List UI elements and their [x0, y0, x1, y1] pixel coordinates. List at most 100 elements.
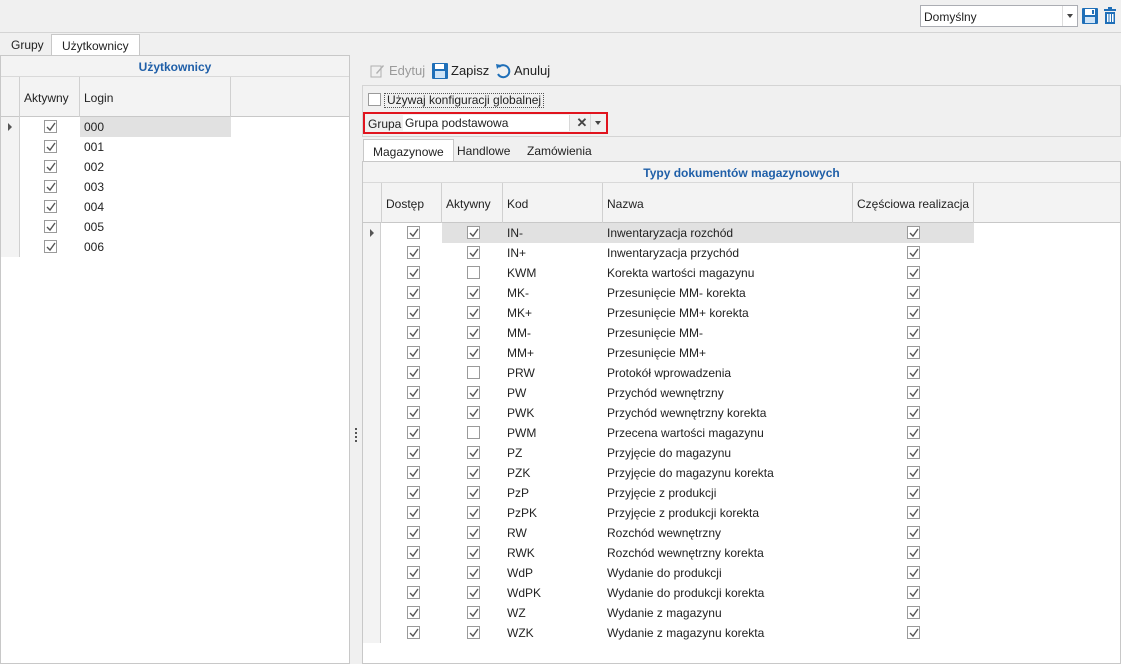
table-row[interactable]: PWK Przychód wewnętrzny korekta — [363, 403, 974, 423]
czesciowa-realizacja-checkbox[interactable] — [907, 306, 920, 319]
table-row[interactable]: PZ Przyjęcie do magazynu — [363, 443, 974, 463]
aktywny-checkbox[interactable] — [467, 346, 480, 359]
aktywny-checkbox[interactable] — [467, 546, 480, 559]
aktywny-checkbox[interactable] — [44, 160, 57, 173]
czesciowa-realizacja-checkbox[interactable] — [907, 346, 920, 359]
table-row[interactable]: PZK Przyjęcie do magazynu korekta — [363, 463, 974, 483]
dostep-checkbox[interactable] — [407, 226, 420, 239]
czesciowa-realizacja-checkbox[interactable] — [907, 326, 920, 339]
czesciowa-realizacja-checkbox[interactable] — [907, 566, 920, 579]
czesciowa-realizacja-checkbox[interactable] — [907, 386, 920, 399]
table-row[interactable]: 001 — [1, 137, 231, 157]
table-row[interactable]: PRW Protokół wprowadzenia — [363, 363, 974, 383]
dostep-checkbox[interactable] — [407, 366, 420, 379]
dostep-checkbox[interactable] — [407, 486, 420, 499]
dostep-checkbox[interactable] — [407, 546, 420, 559]
dostep-checkbox[interactable] — [407, 286, 420, 299]
czesciowa-realizacja-checkbox[interactable] — [907, 286, 920, 299]
aktywny-checkbox[interactable] — [467, 266, 480, 279]
aktywny-checkbox[interactable] — [467, 406, 480, 419]
aktywny-checkbox[interactable] — [467, 606, 480, 619]
panel-splitter[interactable] — [350, 55, 362, 664]
table-row[interactable]: 002 — [1, 157, 231, 177]
aktywny-checkbox[interactable] — [467, 626, 480, 639]
aktywny-checkbox[interactable] — [467, 466, 480, 479]
table-row[interactable]: 000 — [1, 117, 231, 137]
dostep-checkbox[interactable] — [407, 386, 420, 399]
column-header-aktywny[interactable]: Aktywny — [442, 183, 503, 223]
czesciowa-realizacja-checkbox[interactable] — [907, 406, 920, 419]
column-header-aktywny[interactable]: Aktywny — [20, 77, 80, 117]
table-row[interactable]: PzPK Przyjęcie z produkcji korekta — [363, 503, 974, 523]
table-row[interactable]: WZ Wydanie z magazynu — [363, 603, 974, 623]
table-row[interactable]: PW Przychód wewnętrzny — [363, 383, 974, 403]
column-header-login[interactable]: Login — [80, 77, 231, 117]
table-row[interactable]: 003 — [1, 177, 231, 197]
table-row[interactable]: MK+ Przesunięcie MM+ korekta — [363, 303, 974, 323]
aktywny-checkbox[interactable] — [467, 306, 480, 319]
czesciowa-realizacja-checkbox[interactable] — [907, 606, 920, 619]
column-header-czesciowa-realizacja[interactable]: Częściowa realizacja — [853, 183, 974, 223]
czesciowa-realizacja-checkbox[interactable] — [907, 246, 920, 259]
save-icon[interactable] — [1081, 7, 1099, 25]
table-row[interactable]: WZK Wydanie z magazynu korekta — [363, 623, 974, 643]
profile-select-dropdown-button[interactable] — [1062, 6, 1077, 26]
aktywny-checkbox[interactable] — [467, 246, 480, 259]
dostep-checkbox[interactable] — [407, 426, 420, 439]
profile-select[interactable]: Domyślny — [920, 5, 1078, 27]
aktywny-checkbox[interactable] — [44, 200, 57, 213]
tab-zamowienia[interactable]: Zamówienia — [518, 139, 601, 161]
dostep-checkbox[interactable] — [407, 246, 420, 259]
table-row[interactable]: PzP Przyjęcie z produkcji — [363, 483, 974, 503]
aktywny-checkbox[interactable] — [467, 366, 480, 379]
aktywny-checkbox[interactable] — [467, 586, 480, 599]
czesciowa-realizacja-checkbox[interactable] — [907, 426, 920, 439]
aktywny-checkbox[interactable] — [467, 526, 480, 539]
dostep-checkbox[interactable] — [407, 606, 420, 619]
aktywny-checkbox[interactable] — [44, 140, 57, 153]
czesciowa-realizacja-checkbox[interactable] — [907, 586, 920, 599]
aktywny-checkbox[interactable] — [467, 226, 480, 239]
column-header-kod[interactable]: Kod — [503, 183, 603, 223]
global-config-checkbox-box[interactable] — [368, 93, 381, 106]
table-row[interactable]: RWK Rozchód wewnętrzny korekta — [363, 543, 974, 563]
table-row[interactable]: 005 — [1, 217, 231, 237]
aktywny-checkbox[interactable] — [467, 286, 480, 299]
dostep-checkbox[interactable] — [407, 406, 420, 419]
czesciowa-realizacja-checkbox[interactable] — [907, 226, 920, 239]
czesciowa-realizacja-checkbox[interactable] — [907, 366, 920, 379]
czesciowa-realizacja-checkbox[interactable] — [907, 486, 920, 499]
table-row[interactable]: RW Rozchód wewnętrzny — [363, 523, 974, 543]
aktywny-checkbox[interactable] — [467, 426, 480, 439]
tab-handlowe[interactable]: Handlowe — [448, 139, 519, 161]
table-row[interactable]: 006 — [1, 237, 231, 257]
dostep-checkbox[interactable] — [407, 326, 420, 339]
tab-magazynowe[interactable]: Magazynowe — [363, 139, 454, 161]
tab-uzytkownicy[interactable]: Użytkownicy — [51, 34, 140, 55]
dostep-checkbox[interactable] — [407, 526, 420, 539]
clear-icon[interactable]: ✕ — [575, 115, 589, 131]
table-row[interactable]: IN- Inwentaryzacja rozchód — [363, 223, 974, 243]
aktywny-checkbox[interactable] — [44, 180, 57, 193]
dostep-checkbox[interactable] — [407, 586, 420, 599]
aktywny-checkbox[interactable] — [44, 240, 57, 253]
tab-grupy[interactable]: Grupy — [1, 34, 54, 55]
dostep-checkbox[interactable] — [407, 566, 420, 579]
table-row[interactable]: WdP Wydanie do produkcji — [363, 563, 974, 583]
aktywny-checkbox[interactable] — [467, 386, 480, 399]
czesciowa-realizacja-checkbox[interactable] — [907, 266, 920, 279]
czesciowa-realizacja-checkbox[interactable] — [907, 526, 920, 539]
aktywny-checkbox[interactable] — [44, 120, 57, 133]
czesciowa-realizacja-checkbox[interactable] — [907, 506, 920, 519]
table-row[interactable]: WdPK Wydanie do produkcji korekta — [363, 583, 974, 603]
table-row[interactable]: MK- Przesunięcie MM- korekta — [363, 283, 974, 303]
aktywny-checkbox[interactable] — [467, 506, 480, 519]
trash-icon[interactable] — [1101, 7, 1119, 25]
aktywny-checkbox[interactable] — [467, 566, 480, 579]
table-row[interactable]: PWM Przecena wartości magazynu — [363, 423, 974, 443]
czesciowa-realizacja-checkbox[interactable] — [907, 546, 920, 559]
czesciowa-realizacja-checkbox[interactable] — [907, 466, 920, 479]
table-row[interactable]: IN+ Inwentaryzacja przychód — [363, 243, 974, 263]
aktywny-checkbox[interactable] — [467, 446, 480, 459]
column-header-nazwa[interactable]: Nazwa — [603, 183, 853, 223]
